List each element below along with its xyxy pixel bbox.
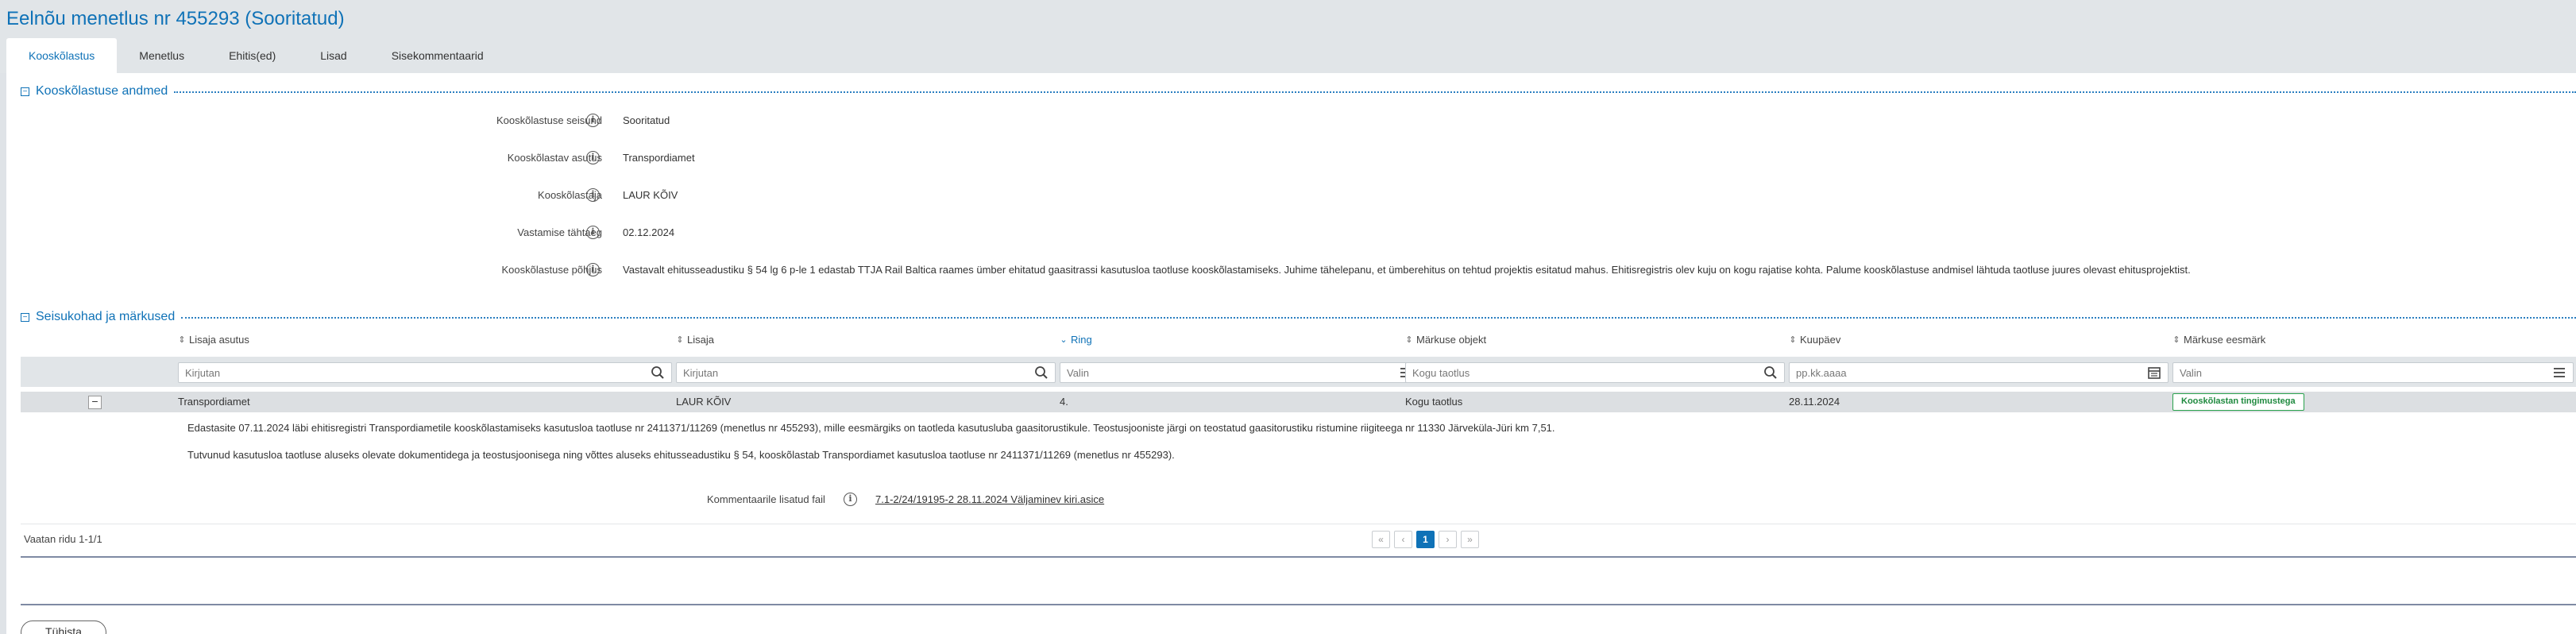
field-row-kooskolastaja: Kooskõlastaja i LAUR KÕIV <box>0 187 2576 204</box>
collapse-row-button[interactable]: − <box>88 396 102 409</box>
info-icon[interactable]: i <box>586 151 600 164</box>
comment-text-line-2: Tutvunud kasutusloa taotluse aluseks ole… <box>187 449 1175 461</box>
field-row-seisund: Kooskõlastuse seisund i Sooritatud <box>0 112 2576 130</box>
calendar-icon[interactable] <box>2147 365 2161 380</box>
info-icon[interactable]: i <box>586 188 600 202</box>
page-title: Eelnõu menetlus nr 455293 (Sooritatud) <box>6 8 345 29</box>
filter-markuse-objekt <box>1405 362 1785 383</box>
list-icon[interactable] <box>2552 365 2566 380</box>
search-icon[interactable] <box>1763 365 1778 380</box>
field-value: 02.12.2024 <box>623 226 675 238</box>
column-label: Kuupäev <box>1800 334 1841 346</box>
field-value: Sooritatud <box>623 114 670 126</box>
section-seisukohad: − Seisukohad ja märkused <box>21 308 2576 326</box>
search-icon[interactable] <box>651 365 665 380</box>
info-icon[interactable]: i <box>844 493 857 506</box>
filter-lisaja-asutus <box>178 362 672 383</box>
sort-icon: ⇕ <box>178 335 186 345</box>
column-label: Lisaja asutus <box>189 334 249 346</box>
first-page-button[interactable]: « <box>1372 531 1390 548</box>
tab-bar: Kooskõlastus Menetlus Ehitis(ed) Lisad S… <box>6 38 506 73</box>
attachment-row: Kommentaarile lisatud fail i 7.1-2/24/19… <box>0 491 2576 508</box>
column-label: Ring <box>1071 334 1092 346</box>
tab-menetlus[interactable]: Menetlus <box>117 38 207 73</box>
filter-input-ring[interactable] <box>1067 366 1394 380</box>
filter-input-kuupaev[interactable] <box>1796 366 2142 380</box>
column-label: Märkuse objekt <box>1416 334 1487 346</box>
comment-text-line-1: Edastasite 07.11.2024 läbi ehitisregistr… <box>187 422 1555 434</box>
column-label: Lisaja <box>687 334 714 346</box>
section-divider <box>181 317 2576 319</box>
filter-lisaja <box>676 362 1056 383</box>
back-button[interactable]: Tühista <box>21 620 106 634</box>
next-page-button[interactable]: › <box>1439 531 1457 548</box>
filter-input-markuse-eesmark[interactable] <box>2180 366 2547 380</box>
table-bottom-border <box>21 556 2576 558</box>
column-header-markuse-objekt[interactable]: ⇕ Märkuse objekt <box>1405 334 1486 346</box>
tab-kooskolastus[interactable]: Kooskõlastus <box>6 38 118 73</box>
grid-footer: Vaatan ridu 1-1/1 « ‹ 1 › » <box>21 526 2576 553</box>
field-value: LAUR KÕIV <box>623 189 678 201</box>
cell-lisaja: LAUR KÕIV <box>676 396 732 408</box>
page-header: Eelnõu menetlus nr 455293 (Sooritatud) K… <box>0 0 2576 73</box>
column-header-lisaja[interactable]: ⇕ Lisaja <box>676 334 714 346</box>
info-icon[interactable]: i <box>586 114 600 127</box>
column-header-kuupaev[interactable]: ⇕ Kuupäev <box>1789 334 1840 346</box>
info-icon[interactable]: i <box>586 263 600 276</box>
page-1-button[interactable]: 1 <box>1416 531 1435 548</box>
collapse-toggle-button[interactable]: − <box>21 312 29 322</box>
filter-bar <box>21 357 2576 387</box>
sort-icon: ⇕ <box>676 335 684 345</box>
search-icon[interactable] <box>1034 365 1049 380</box>
column-header-markuse-eesmark[interactable]: ⇕ Märkuse eesmärk <box>2172 334 2265 346</box>
filter-ring <box>1060 362 1420 383</box>
tab-lisad[interactable]: Lisad <box>298 38 369 73</box>
section-divider <box>174 91 2576 93</box>
column-header-ring[interactable]: ⌄ Ring <box>1060 334 1092 346</box>
sort-icon: ⇕ <box>1405 335 1413 345</box>
field-row-asutus: Kooskõlastav asutus i Transpordiamet <box>0 149 2576 167</box>
column-label: Märkuse eesmärk <box>2184 334 2266 346</box>
attachment-label: Kommentaarile lisatud fail <box>707 493 825 505</box>
section-title: Kooskõlastuse andmed <box>36 84 168 98</box>
section-kooskolastuse-andmed: − Kooskõlastuse andmed <box>21 83 2576 100</box>
field-row-tahtaeg: Vastamise tähtaeg i 02.12.2024 <box>0 224 2576 242</box>
status-badge: Kooskõlastan tingimustega <box>2172 393 2304 411</box>
sort-icon: ⌄ <box>1060 335 1068 345</box>
sort-icon: ⇕ <box>2172 335 2180 345</box>
field-row-pohjus: Kooskõlastuse põhjus i Vastavalt ehituss… <box>0 261 2576 279</box>
prev-page-button[interactable]: ‹ <box>1394 531 1412 548</box>
cell-kuupaev: 28.11.2024 <box>1789 396 1840 408</box>
tab-ehitised[interactable]: Ehitis(ed) <box>207 38 298 73</box>
section-title: Seisukohad ja märkused <box>36 310 176 323</box>
column-header-lisaja-asutus[interactable]: ⇕ Lisaja asutus <box>178 334 249 346</box>
cell-ring: 4. <box>1060 396 1068 408</box>
filter-markuse-eesmark <box>2172 362 2574 383</box>
filter-input-markuse-objekt[interactable] <box>1412 366 1759 380</box>
info-icon[interactable]: i <box>586 226 600 239</box>
cell-markuse-objekt: Kogu taotlus <box>1405 396 1463 408</box>
filter-input-lisaja-asutus[interactable] <box>185 366 646 380</box>
cell-lisaja-asutus: Transpordiamet <box>178 396 250 408</box>
tab-sisekommentaarid[interactable]: Sisekommentaarid <box>369 38 506 73</box>
grid-header: ⇕ Lisaja asutus ⇕ Lisaja ⌄ Ring ⇕ Märkuse ob… <box>0 334 2576 351</box>
sort-icon: ⇕ <box>1789 335 1797 345</box>
left-strip <box>0 0 6 634</box>
attachment-link[interactable]: 7.1-2/24/19195-2 28.11.2024 Väljaminev k… <box>875 493 1104 505</box>
collapse-toggle-button[interactable]: − <box>21 87 29 96</box>
section-bottom-border <box>21 604 2576 605</box>
table-row[interactable]: − Transpordiamet LAUR KÕIV 4. Kogu taotl… <box>21 392 2576 412</box>
field-value: Transpordiamet <box>623 152 695 164</box>
last-page-button[interactable]: » <box>1461 531 1479 548</box>
rows-info: Vaatan ridu 1-1/1 <box>24 533 102 545</box>
pagination: « ‹ 1 › » <box>1372 531 1479 548</box>
filter-input-lisaja[interactable] <box>683 366 1029 380</box>
filter-kuupaev <box>1789 362 2169 383</box>
field-value: Vastavalt ehitusseadustiku § 54 lg 6 p-l… <box>623 264 2191 276</box>
